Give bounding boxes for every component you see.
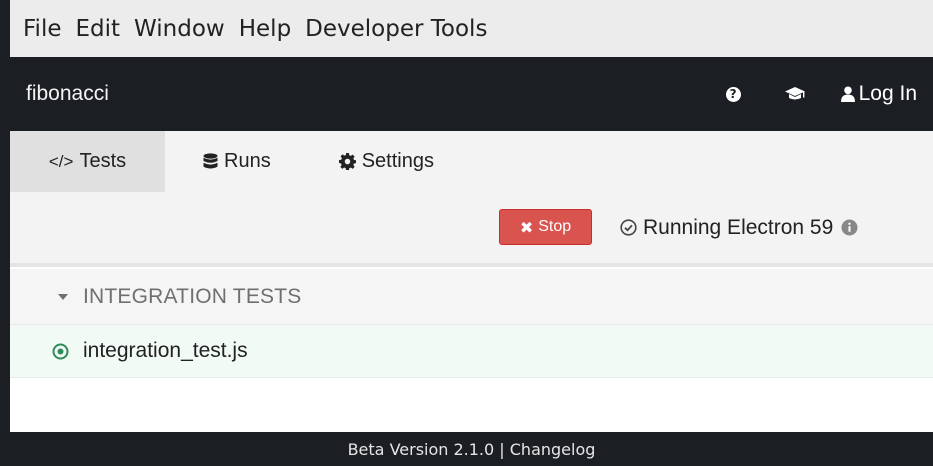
menu-window[interactable]: Window: [134, 16, 225, 42]
runner-toolbar: ✖ Stop Running Electron 59: [10, 192, 933, 267]
tab-bar: </> Tests Runs Settings: [10, 131, 933, 192]
database-icon: [203, 153, 218, 170]
code-icon: </>: [48, 151, 74, 171]
footer-version[interactable]: Beta Version 2.1.0 | Changelog: [348, 440, 596, 459]
menu-developer-tools[interactable]: Developer Tools: [305, 16, 487, 42]
spec-file-name: integration_test.js: [83, 339, 248, 362]
navbar-actions: ? Log In: [725, 57, 917, 131]
menu-help[interactable]: Help: [239, 16, 291, 42]
app-menubar: File Edit Window Help Developer Tools: [10, 0, 933, 57]
caret-down-icon: [57, 293, 69, 301]
tab-runs[interactable]: Runs: [203, 131, 271, 192]
gear-icon: [338, 153, 356, 170]
stop-button[interactable]: ✖ Stop: [499, 209, 592, 245]
stop-label: Stop: [538, 218, 572, 235]
menu-file[interactable]: File: [23, 16, 62, 42]
login-button[interactable]: Log In: [840, 82, 917, 106]
user-icon: [840, 86, 855, 102]
tab-runs-label: Runs: [224, 150, 271, 172]
status-text: Running Electron 59: [643, 215, 834, 239]
menu-edit[interactable]: Edit: [76, 16, 121, 42]
tab-tests[interactable]: </> Tests: [10, 131, 165, 192]
close-icon: ✖: [519, 217, 534, 237]
footer: Beta Version 2.1.0 | Changelog: [10, 432, 933, 466]
check-circle-icon: [620, 219, 637, 236]
spec-file-row[interactable]: integration_test.js: [10, 325, 933, 378]
tab-settings-label: Settings: [361, 150, 434, 172]
browser-status[interactable]: Running Electron 59: [620, 192, 858, 263]
specs-folder-header[interactable]: INTEGRATION TESTS: [10, 269, 933, 325]
running-dot-circle-icon: [52, 343, 69, 360]
tab-settings[interactable]: Settings: [338, 131, 434, 192]
project-name: fibonacci: [26, 82, 109, 105]
specs-folder-label: INTEGRATION TESTS: [83, 284, 302, 308]
login-label: Log In: [858, 82, 917, 105]
info-icon[interactable]: [841, 219, 858, 236]
tab-tests-label: Tests: [79, 150, 127, 172]
top-navbar: fibonacci ? Log In: [10, 57, 933, 131]
graduation-cap-icon[interactable]: [784, 86, 805, 102]
question-circle-icon[interactable]: ?: [725, 86, 741, 102]
